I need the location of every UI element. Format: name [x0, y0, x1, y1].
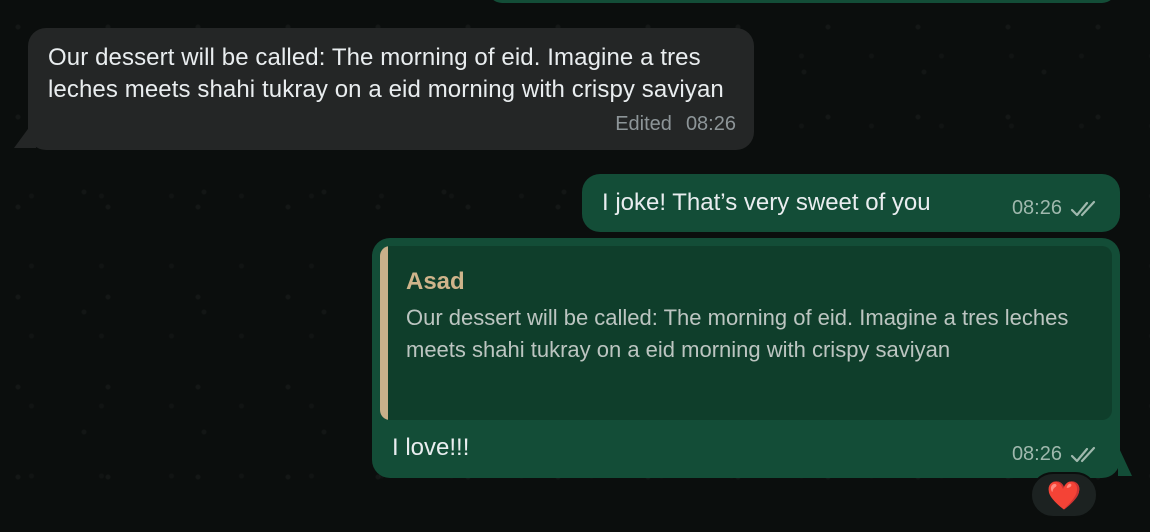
message-text: Our dessert will be called: The morning … — [48, 44, 724, 103]
message-meta: Edited 08:26 — [615, 113, 736, 136]
quoted-author: Asad — [406, 268, 465, 295]
message-time: 08:26 — [1011, 197, 1062, 219]
quoted-message[interactable]: Asad Our dessert will be called: The mor… — [380, 246, 1112, 420]
quoted-text: Our dessert will be called: The morning … — [406, 305, 1069, 362]
message-time: 08:26 — [685, 113, 736, 135]
outgoing-message-bubble[interactable]: I joke! That’s very sweet of you 08:26 — [582, 174, 1120, 232]
heart-icon: ❤️ — [1046, 479, 1082, 511]
double-check-icon — [1070, 199, 1100, 219]
edited-label: Edited — [615, 113, 672, 135]
message-text: I love!!! — [392, 434, 470, 461]
outgoing-reply-bubble[interactable]: Asad Our dessert will be called: The mor… — [372, 238, 1120, 478]
quote-bar — [380, 246, 388, 420]
incoming-message-bubble[interactable]: Our dessert will be called: The morning … — [28, 28, 754, 150]
message-meta: 08:26 — [1012, 197, 1100, 220]
heart-reaction-badge[interactable]: ❤️ — [1030, 472, 1098, 518]
chat-area: Our dessert will be called: The morning … — [0, 0, 1150, 532]
message-time: 08:26 — [1011, 443, 1062, 465]
previous-message-bubble[interactable] — [488, 0, 1116, 3]
message-meta: 08:26 — [1012, 443, 1100, 466]
double-check-icon — [1070, 445, 1100, 465]
outgoing-bubble-tail — [1118, 446, 1132, 476]
